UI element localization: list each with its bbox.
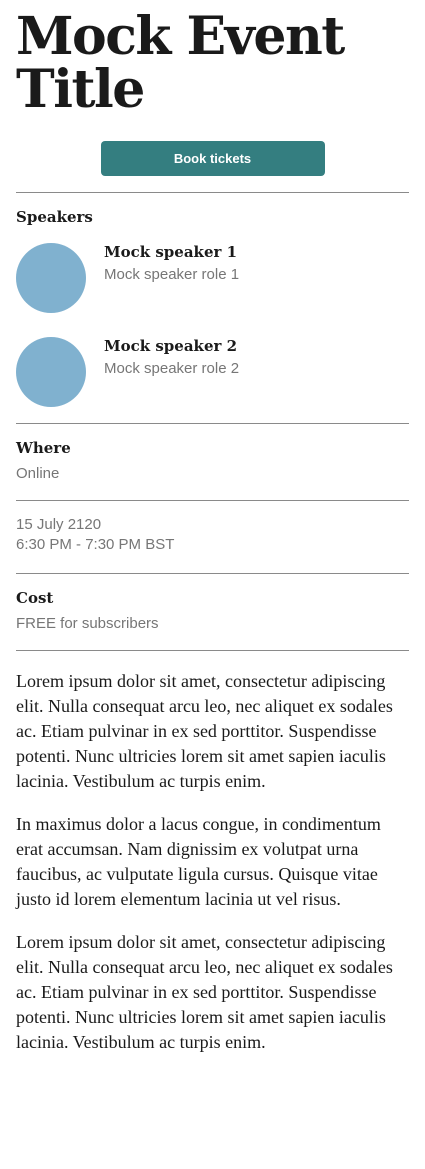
speaker-card: Mock speaker 1 Mock speaker role 1	[16, 243, 409, 313]
description-paragraph: Lorem ipsum dolor sit amet, consectetur …	[16, 932, 393, 1052]
book-section: Book tickets	[16, 141, 409, 176]
speaker-card: Mock speaker 2 Mock speaker role 2	[16, 337, 409, 407]
where-section: Where Online	[16, 424, 409, 500]
cost-section: Cost FREE for subscribers	[16, 574, 409, 650]
event-date: 15 July 2120	[16, 516, 102, 533]
where-heading: Where	[16, 439, 71, 457]
cost-value: FREE for subscribers	[16, 615, 159, 632]
speakers-section: Speakers Mock speaker 1 Mock speaker rol…	[16, 193, 409, 423]
avatar	[16, 337, 86, 407]
speakers-heading: Speakers	[16, 208, 93, 226]
event-title-line-1: Mock Event	[16, 6, 345, 67]
speaker-info: Mock speaker 1 Mock speaker role 1	[104, 243, 239, 283]
when-section: 15 July 2120 6:30 PM - 7:30 PM BST	[16, 501, 409, 573]
event-title-line-2: Title	[16, 59, 145, 120]
description-paragraph: In maximus dolor a lacus congue, in cond…	[16, 814, 381, 909]
description-paragraph: Lorem ipsum dolor sit amet, consectetur …	[16, 671, 393, 791]
cost-heading: Cost	[16, 589, 54, 607]
event-description: Lorem ipsum dolor sit amet, consectetur …	[16, 651, 409, 1055]
avatar	[16, 243, 86, 313]
event-page: Mock Event Title Book tickets Speakers M…	[0, 0, 425, 1055]
event-title: Mock Event Title	[16, 0, 409, 116]
speaker-role: Mock speaker role 1	[104, 266, 240, 283]
location-value: Online	[16, 465, 60, 482]
speaker-name: Mock speaker 2	[104, 337, 238, 355]
book-tickets-button[interactable]: Book tickets	[100, 141, 325, 176]
speaker-name: Mock speaker 1	[104, 243, 238, 261]
speaker-info: Mock speaker 2 Mock speaker role 2	[104, 337, 239, 377]
event-time: 6:30 PM - 7:30 PM BST	[16, 536, 175, 553]
speaker-role: Mock speaker role 2	[104, 360, 240, 377]
